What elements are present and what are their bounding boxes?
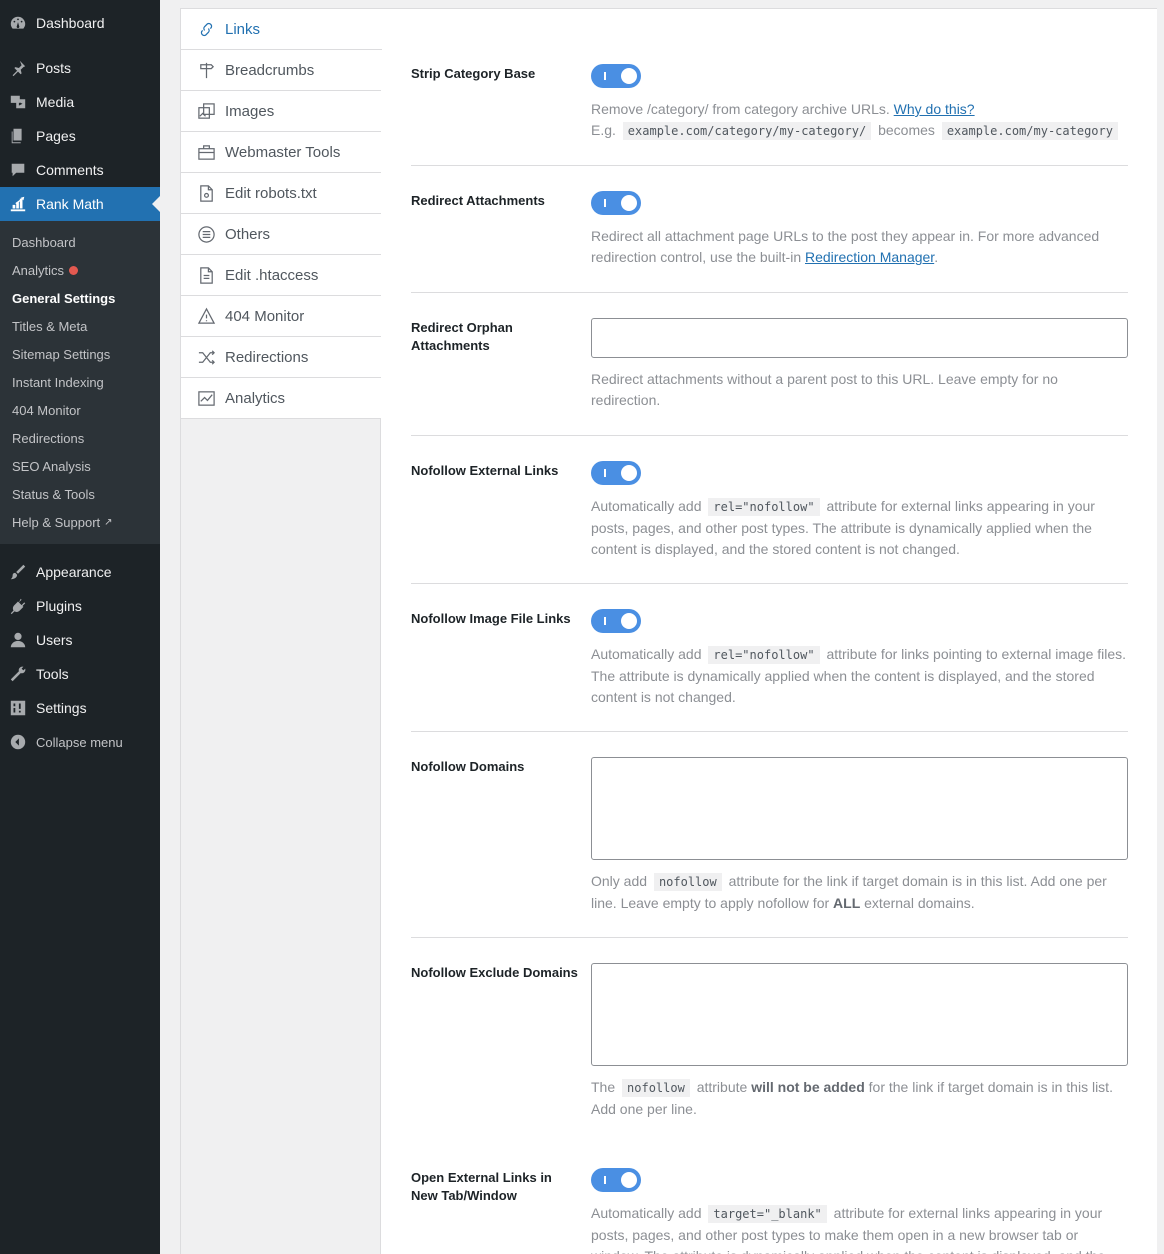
submenu-instant-indexing[interactable]: Instant Indexing (12, 375, 104, 390)
shuffle-icon (195, 347, 217, 367)
rank-math-icon (0, 195, 36, 213)
nofollow-external-desc: Automatically add rel="nofollow" attribu… (591, 498, 1095, 557)
media-icon (0, 93, 36, 111)
images-icon (195, 101, 217, 121)
tab-analytics[interactable]: Analytics (181, 378, 381, 419)
open-external-label: Open External Links in New Tab/Window (411, 1170, 552, 1203)
nofollow-image-desc: Automatically add rel="nofollow" attribu… (591, 646, 1127, 705)
comment-icon (0, 161, 36, 179)
link-icon (195, 19, 217, 39)
redirect-orphan-desc: Redirect attachments without a parent po… (591, 371, 1058, 408)
pages-icon (0, 127, 36, 145)
submenu-general-settings[interactable]: General Settings (12, 291, 115, 306)
plug-icon (0, 597, 36, 615)
document-icon (195, 265, 217, 285)
settings-tabs: Links Breadcrumbs Images Webmaster Tools… (181, 9, 382, 1254)
tab-breadcrumbs[interactable]: Breadcrumbs (181, 50, 381, 91)
open-external-toggle[interactable] (591, 1168, 641, 1192)
submenu-seo-analysis[interactable]: SEO Analysis (12, 459, 91, 474)
redirect-orphan-input[interactable] (591, 318, 1128, 358)
menu-appearance[interactable]: Appearance (0, 555, 160, 589)
nofollow-domains-desc: Only add nofollow attribute for the link… (591, 873, 1107, 911)
tab-edit-robots[interactable]: Edit robots.txt (181, 173, 381, 214)
chart-line-icon (195, 388, 217, 408)
external-link-icon: ↗ (104, 517, 113, 528)
tab-edit-htaccess[interactable]: Edit .htaccess (181, 255, 381, 296)
strip-category-label: Strip Category Base (411, 66, 536, 81)
nofollow-external-toggle[interactable] (591, 461, 641, 485)
tab-others[interactable]: Others (181, 214, 381, 255)
nofollow-exclude-textarea[interactable] (591, 963, 1128, 1066)
submenu-analytics[interactable]: Analytics (12, 263, 79, 278)
rank-math-submenu: Dashboard Analytics General Settings Tit… (0, 221, 160, 544)
settings-icon (0, 699, 36, 717)
nofollow-domains-label: Nofollow Domains (411, 759, 525, 774)
tab-redirections[interactable]: Redirections (181, 337, 381, 378)
pin-icon (0, 59, 36, 77)
tab-webmaster-tools[interactable]: Webmaster Tools (181, 132, 381, 173)
list-circle-icon (195, 224, 217, 244)
tab-images[interactable]: Images (181, 91, 381, 132)
collapse-arrow-icon (0, 733, 36, 751)
tab-links[interactable]: Links (181, 9, 382, 50)
collapse-menu-button[interactable]: Collapse menu (0, 725, 160, 759)
toolbox-icon (195, 142, 217, 162)
menu-rank-math[interactable]: Rank Math (0, 187, 160, 221)
open-external-desc: Automatically add target="_blank" attrib… (591, 1205, 1105, 1254)
menu-pages[interactable]: Pages (0, 119, 160, 153)
submenu-sitemap-settings[interactable]: Sitemap Settings (12, 347, 110, 362)
submenu-dashboard[interactable]: Dashboard (12, 235, 76, 250)
redirection-manager-link[interactable]: Redirection Manager (805, 249, 934, 265)
menu-tools[interactable]: Tools (0, 657, 160, 691)
user-icon (0, 631, 36, 649)
menu-plugins[interactable]: Plugins (0, 589, 160, 623)
menu-dashboard[interactable]: Dashboard (0, 6, 160, 40)
tab-404-monitor[interactable]: 404 Monitor (181, 296, 381, 337)
menu-settings[interactable]: Settings (0, 691, 160, 725)
menu-users[interactable]: Users (0, 623, 160, 657)
nofollow-domains-textarea[interactable] (591, 757, 1128, 860)
divider (411, 435, 1128, 436)
nofollow-exclude-desc: The nofollow attribute will not be added… (591, 1079, 1113, 1117)
strip-category-desc: Remove /category/ from category archive … (591, 99, 1131, 142)
nofollow-external-label: Nofollow External Links (411, 463, 559, 478)
menu-comments[interactable]: Comments (0, 153, 160, 187)
divider (411, 165, 1128, 166)
nofollow-image-toggle[interactable] (591, 609, 641, 633)
why-do-this-link[interactable]: Why do this? (894, 101, 975, 117)
nofollow-image-label: Nofollow Image File Links (411, 611, 571, 626)
notification-dot (69, 266, 79, 275)
signpost-icon (195, 60, 217, 80)
submenu-redirections[interactable]: Redirections (12, 431, 84, 446)
settings-content: Strip Category Base Remove /category/ fr… (382, 9, 1157, 1254)
divider (411, 583, 1128, 584)
menu-posts[interactable]: Posts (0, 51, 160, 85)
brush-icon (0, 563, 36, 581)
redirect-attachments-toggle[interactable] (591, 191, 641, 215)
redirect-attachments-desc: Redirect all attachment page URLs to the… (591, 228, 1100, 265)
submenu-404-monitor[interactable]: 404 Monitor (12, 403, 81, 418)
submenu-help-support[interactable]: Help & Support ↗ (12, 515, 113, 530)
strip-category-toggle[interactable] (591, 64, 641, 88)
dashboard-icon (0, 14, 36, 32)
submenu-status-tools[interactable]: Status & Tools (12, 487, 95, 502)
divider (411, 292, 1128, 293)
submenu-titles-meta[interactable]: Titles & Meta (12, 319, 87, 334)
divider (411, 731, 1128, 732)
redirect-orphan-label: Redirect Orphan Attachments (411, 320, 513, 353)
settings-panel: Links Breadcrumbs Images Webmaster Tools… (180, 8, 1157, 1254)
nofollow-exclude-label: Nofollow Exclude Domains (411, 965, 578, 980)
divider (411, 937, 1128, 938)
redirect-attachments-label: Redirect Attachments (411, 193, 545, 208)
admin-sidebar: Dashboard Posts Media Pages Comments Ran… (0, 0, 160, 1254)
robot-file-icon (195, 183, 217, 203)
warning-icon (195, 306, 217, 326)
wrench-icon (0, 665, 36, 683)
menu-media[interactable]: Media (0, 85, 160, 119)
